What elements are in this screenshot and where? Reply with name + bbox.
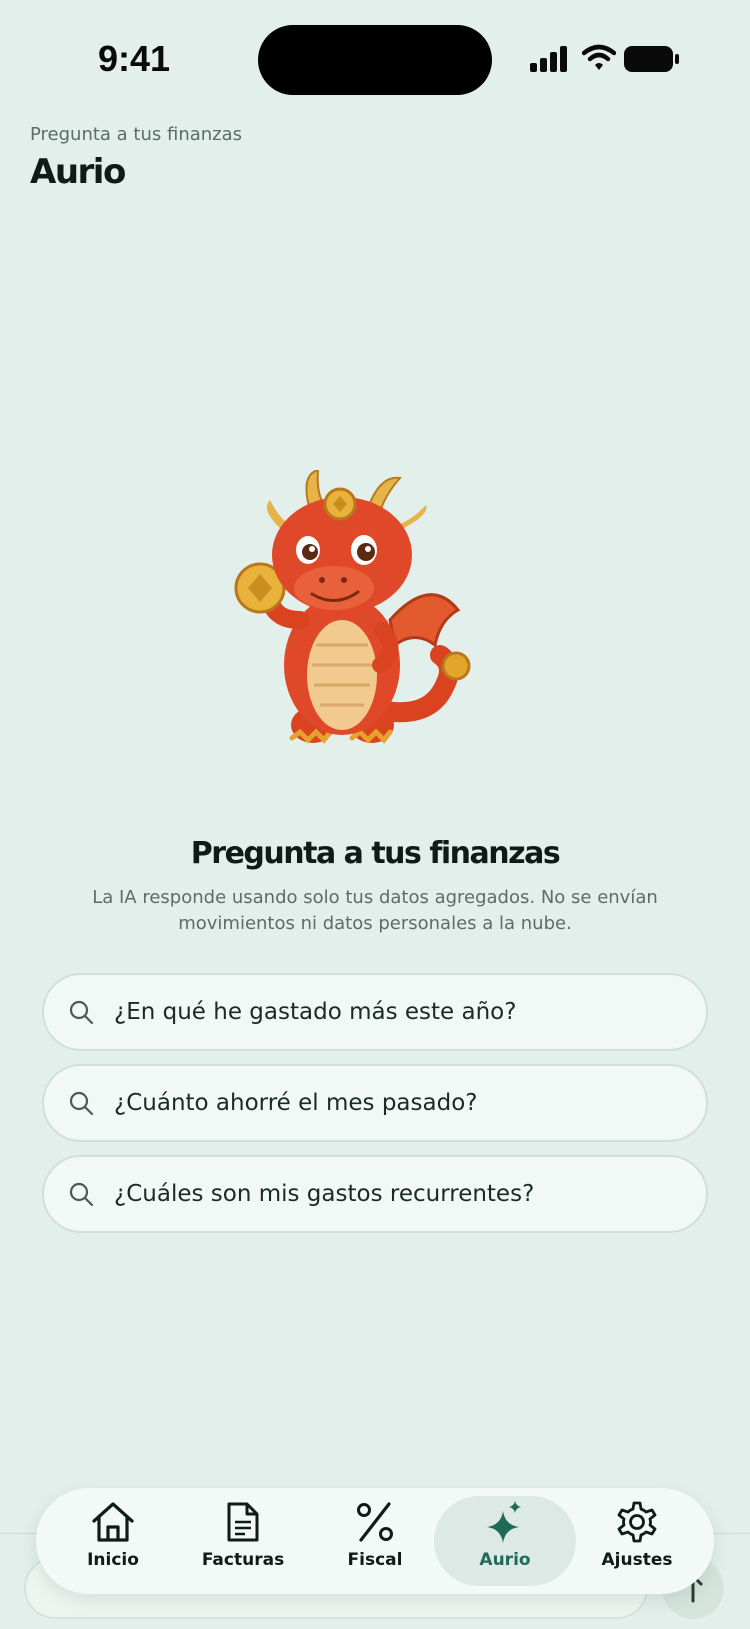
tab-inicio[interactable]: Inicio: [42, 1496, 184, 1586]
suggestion-label: ¿En qué he gastado más este año?: [114, 999, 517, 1025]
suggestion-label: ¿Cuáles son mis gastos recurrentes?: [114, 1181, 535, 1207]
suggestion-chip[interactable]: ¿Cuánto ahorré el mes pasado?: [42, 1064, 708, 1142]
status-bar: 9:41: [0, 0, 750, 120]
tab-aurio[interactable]: Aurio: [434, 1496, 576, 1586]
tab-bar: Inicio Facturas Fiscal Aurio Ajustes: [36, 1488, 714, 1594]
header-subtitle: Pregunta a tus finanzas: [30, 124, 243, 145]
hero-description: La IA responde usando solo tus datos agr…: [92, 887, 658, 934]
battery-icon: [624, 46, 679, 72]
tab-ajustes[interactable]: Ajustes: [566, 1496, 708, 1586]
status-icons: [530, 40, 680, 80]
tab-fiscal[interactable]: Fiscal: [304, 1496, 446, 1586]
percent-icon: [355, 1496, 395, 1548]
status-time: 9:41: [98, 38, 171, 79]
document-icon: [225, 1496, 261, 1548]
sparkle-icon: [485, 1496, 525, 1548]
tab-facturas[interactable]: Facturas: [172, 1496, 314, 1586]
page-title: Aurio: [30, 152, 126, 192]
tab-label: Inicio: [87, 1550, 139, 1570]
dragon-mascot: [230, 468, 490, 770]
search-icon: [68, 1179, 98, 1209]
suggestion-chip[interactable]: ¿Cuáles son mis gastos recurrentes?: [42, 1155, 708, 1233]
search-icon: [68, 997, 98, 1027]
suggestion-label: ¿Cuánto ahorré el mes pasado?: [114, 1090, 478, 1116]
tab-label: Ajustes: [601, 1550, 673, 1570]
dynamic-island: [258, 25, 492, 95]
tab-label: Fiscal: [347, 1550, 403, 1570]
tab-label: Facturas: [201, 1550, 285, 1570]
home-icon: [90, 1496, 136, 1548]
wifi-icon: [582, 44, 616, 70]
cellular-signal-icon: [530, 46, 567, 72]
search-icon: [68, 1088, 98, 1118]
hero-title: Pregunta a tus finanzas: [190, 836, 561, 871]
tab-label: Aurio: [479, 1550, 531, 1570]
suggestion-list: ¿En qué he gastado más este año? ¿Cuánto…: [42, 973, 708, 1246]
suggestion-chip[interactable]: ¿En qué he gastado más este año?: [42, 973, 708, 1051]
gear-icon: [615, 1496, 659, 1548]
